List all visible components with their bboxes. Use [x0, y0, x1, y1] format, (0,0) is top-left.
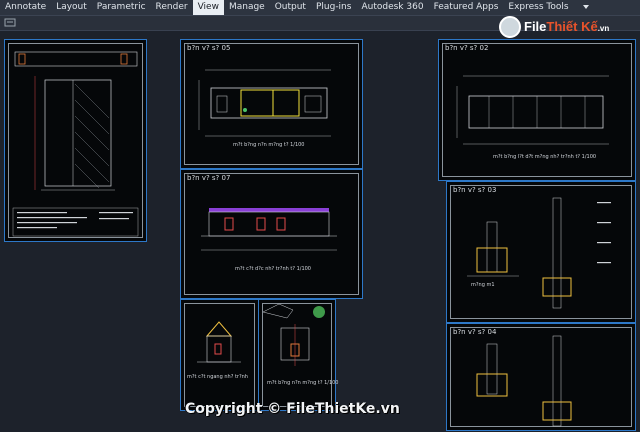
tab-layout[interactable]: Layout [51, 0, 92, 15]
sheet-2-drawing [198, 69, 331, 137]
sheet-caption: m?t b?ng n?n m?ng t? 1/100 [267, 380, 339, 386]
sheet-3-drawing [201, 208, 337, 251]
sheet-caption: m?t b?ng n?n m?ng t? 1/100 [233, 142, 305, 148]
sheet-caption: m?t b?ng l?t d?t m?ng nh? tr?nh t? 1/100 [493, 154, 597, 160]
tab-annotate[interactable]: Annotate [0, 0, 51, 15]
sheet-7-drawing [467, 197, 611, 309]
dropdown-arrow-icon [582, 5, 589, 9]
tab-plug-ins[interactable]: Plug-ins [311, 0, 357, 15]
sheet-4-drawing [197, 321, 241, 363]
tab-express-tools[interactable]: Express Tools [503, 0, 573, 15]
sheet-5-drawing [262, 303, 325, 366]
filethietke-logo: FileThiết Kế.vn [499, 14, 611, 42]
sheet-caption: m?ng m1 [471, 282, 495, 288]
sheet-caption: m?t c?t d?c nh? tr?nh t? 1/100 [235, 266, 311, 272]
tab-autodesk-360[interactable]: Autodesk 360 [356, 0, 428, 15]
logo-mark-icon [499, 16, 521, 38]
sheet-1-drawing [12, 51, 139, 237]
logo-part-1: File [524, 19, 547, 34]
drawing-sheet-4[interactable]: m?t c?t ngang nh? tr?nh [180, 299, 259, 411]
tab-manage[interactable]: Manage [224, 0, 270, 15]
drawing-sheet-1[interactable] [4, 39, 147, 242]
sheet-caption: m?t c?t ngang nh? tr?nh [187, 374, 248, 380]
logo-part-3: .vn [597, 24, 610, 33]
drawing-sheet-8[interactable]: b?n v? s? 04 [446, 323, 636, 431]
drawing-sheet-6[interactable]: b?n v? s? 02 m?t b?ng l?t d?t m?ng nh? t… [438, 39, 636, 181]
ribbon-options-button[interactable] [574, 0, 594, 15]
tab-view[interactable]: View [192, 0, 224, 15]
tab-render[interactable]: Render [151, 0, 193, 15]
sheet-8-drawing [476, 335, 572, 427]
logo-part-2: Thiết Kế [546, 19, 598, 34]
logo-text: FileThiết Kế.vn [524, 19, 609, 34]
collapse-panel-icon[interactable] [4, 17, 18, 29]
drawing-sheet-2[interactable]: b?n v? s? 05 m?t b?ng n?n m?ng t? 1/100 [180, 39, 363, 169]
tab-output[interactable]: Output [270, 0, 311, 15]
drawing-sheet-5[interactable]: m?t b?ng n?n m?ng t? 1/100 [258, 299, 339, 411]
tab-parametric[interactable]: Parametric [92, 0, 151, 15]
drawing-sheet-3[interactable]: b?n v? s? 07 m?t c?t d?c nh? tr?nh t? 1/… [180, 169, 363, 299]
copyright-watermark: Copyright © FileThietKe.vn [185, 401, 400, 417]
drawing-sheet-7[interactable]: b?n v? s? 03 m?ng m1 [446, 181, 636, 323]
drawing-viewport[interactable]: b?n v? s? 05 m?t b?ng n?n m?ng t? 1/100 … [0, 31, 640, 432]
tab-featured-apps[interactable]: Featured Apps [429, 0, 504, 15]
